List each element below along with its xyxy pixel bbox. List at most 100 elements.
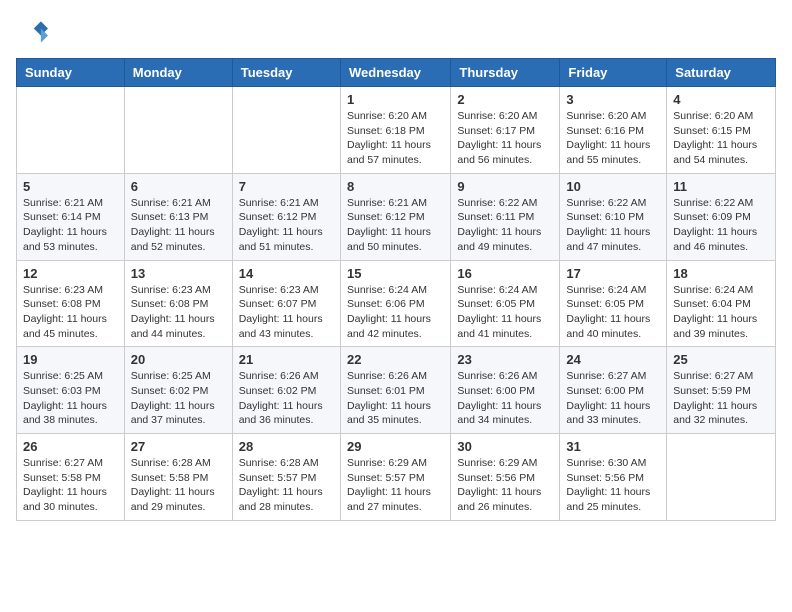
day-info: Sunrise: 6:24 AM Sunset: 6:04 PM Dayligh… — [673, 283, 769, 342]
day-info: Sunrise: 6:20 AM Sunset: 6:17 PM Dayligh… — [457, 109, 553, 168]
weekday-header-tuesday: Tuesday — [232, 59, 340, 87]
calendar-cell: 21Sunrise: 6:26 AM Sunset: 6:02 PM Dayli… — [232, 347, 340, 434]
day-number: 18 — [673, 266, 769, 281]
day-info: Sunrise: 6:21 AM Sunset: 6:12 PM Dayligh… — [347, 196, 444, 255]
calendar-cell: 9 Sunrise: 6:22 AM Sunset: 6:11 PM Daylig… — [451, 173, 560, 260]
day-number: 27 — [131, 439, 226, 454]
day-info: Sunrise: 6:20 AM Sunset: 6:16 PM Dayligh… — [566, 109, 660, 168]
day-number: 25 — [673, 352, 769, 367]
day-number: 14 — [239, 266, 334, 281]
calendar-cell — [667, 434, 776, 521]
calendar-table: SundayMondayTuesdayWednesdayThursdayFrid… — [16, 58, 776, 521]
day-number: 31 — [566, 439, 660, 454]
day-info: Sunrise: 6:22 AM Sunset: 6:11 PM Dayligh… — [457, 196, 553, 255]
weekday-header-row: SundayMondayTuesdayWednesdayThursdayFrid… — [17, 59, 776, 87]
calendar-week-row: 12 Sunrise: 6:23 AM Sunset: 6:08 PM Dayli… — [17, 260, 776, 347]
day-number: 16 — [457, 266, 553, 281]
day-number: 4 — [673, 92, 769, 107]
day-info: Sunrise: 6:23 AM Sunset: 6:08 PM Dayligh… — [131, 283, 226, 342]
calendar-cell: 29Sunrise: 6:29 AM Sunset: 5:57 PM Dayli… — [340, 434, 450, 521]
logo — [16, 16, 52, 48]
day-info: Sunrise: 6:28 AM Sunset: 5:58 PM Dayligh… — [131, 456, 226, 515]
calendar-cell — [232, 87, 340, 174]
day-number: 6 — [131, 179, 226, 194]
page-header — [16, 16, 776, 48]
weekday-header-thursday: Thursday — [451, 59, 560, 87]
day-number: 28 — [239, 439, 334, 454]
day-number: 30 — [457, 439, 553, 454]
calendar-cell: 11Sunrise: 6:22 AM Sunset: 6:09 PM Dayli… — [667, 173, 776, 260]
day-info: Sunrise: 6:29 AM Sunset: 5:56 PM Dayligh… — [457, 456, 553, 515]
day-number: 19 — [23, 352, 118, 367]
calendar-cell: 23 Sunrise: 6:26 AM Sunset: 6:00 PM Dayli… — [451, 347, 560, 434]
day-info: Sunrise: 6:21 AM Sunset: 6:13 PM Dayligh… — [131, 196, 226, 255]
day-number: 26 — [23, 439, 118, 454]
calendar-cell: 20 Sunrise: 6:25 AM Sunset: 6:02 PM Dayli… — [124, 347, 232, 434]
calendar-cell: 19 Sunrise: 6:25 AM Sunset: 6:03 PM Dayli… — [17, 347, 125, 434]
day-info: Sunrise: 6:23 AM Sunset: 6:08 PM Dayligh… — [23, 283, 118, 342]
day-info: Sunrise: 6:26 AM Sunset: 6:00 PM Dayligh… — [457, 369, 553, 428]
weekday-header-monday: Monday — [124, 59, 232, 87]
calendar-cell — [17, 87, 125, 174]
calendar-cell: 24 Sunrise: 6:27 AM Sunset: 6:00 PM Dayli… — [560, 347, 667, 434]
calendar-cell: 8Sunrise: 6:21 AM Sunset: 6:12 PM Daylig… — [340, 173, 450, 260]
day-info: Sunrise: 6:25 AM Sunset: 6:03 PM Dayligh… — [23, 369, 118, 428]
calendar-week-row: 1 Sunrise: 6:20 AM Sunset: 6:18 PM Daylig… — [17, 87, 776, 174]
calendar-cell: 4Sunrise: 6:20 AM Sunset: 6:15 PM Daylig… — [667, 87, 776, 174]
calendar-cell: 26 Sunrise: 6:27 AM Sunset: 5:58 PM Dayli… — [17, 434, 125, 521]
calendar-week-row: 26 Sunrise: 6:27 AM Sunset: 5:58 PM Dayli… — [17, 434, 776, 521]
day-number: 13 — [131, 266, 226, 281]
calendar-week-row: 19 Sunrise: 6:25 AM Sunset: 6:03 PM Dayli… — [17, 347, 776, 434]
day-number: 12 — [23, 266, 118, 281]
calendar-cell: 14 Sunrise: 6:23 AM Sunset: 6:07 PM Dayli… — [232, 260, 340, 347]
calendar-cell: 31 Sunrise: 6:30 AM Sunset: 5:56 PM Dayli… — [560, 434, 667, 521]
calendar-cell: 18 Sunrise: 6:24 AM Sunset: 6:04 PM Dayli… — [667, 260, 776, 347]
calendar-cell: 22 Sunrise: 6:26 AM Sunset: 6:01 PM Dayli… — [340, 347, 450, 434]
day-number: 9 — [457, 179, 553, 194]
weekday-header-wednesday: Wednesday — [340, 59, 450, 87]
day-info: Sunrise: 6:30 AM Sunset: 5:56 PM Dayligh… — [566, 456, 660, 515]
day-info: Sunrise: 6:26 AM Sunset: 6:02 PM Dayligh… — [239, 369, 334, 428]
day-info: Sunrise: 6:27 AM Sunset: 5:59 PM Dayligh… — [673, 369, 769, 428]
calendar-cell: 10 Sunrise: 6:22 AM Sunset: 6:10 PM Dayli… — [560, 173, 667, 260]
calendar-cell: 13 Sunrise: 6:23 AM Sunset: 6:08 PM Dayli… — [124, 260, 232, 347]
day-number: 24 — [566, 352, 660, 367]
calendar-cell: 27 Sunrise: 6:28 AM Sunset: 5:58 PM Dayli… — [124, 434, 232, 521]
calendar-cell: 12 Sunrise: 6:23 AM Sunset: 6:08 PM Dayli… — [17, 260, 125, 347]
day-info: Sunrise: 6:29 AM Sunset: 5:57 PM Dayligh… — [347, 456, 444, 515]
calendar-cell: 1 Sunrise: 6:20 AM Sunset: 6:18 PM Daylig… — [340, 87, 450, 174]
weekday-header-sunday: Sunday — [17, 59, 125, 87]
day-info: Sunrise: 6:27 AM Sunset: 6:00 PM Dayligh… — [566, 369, 660, 428]
day-number: 2 — [457, 92, 553, 107]
day-info: Sunrise: 6:27 AM Sunset: 5:58 PM Dayligh… — [23, 456, 118, 515]
day-info: Sunrise: 6:21 AM Sunset: 6:12 PM Dayligh… — [239, 196, 334, 255]
calendar-cell: 5Sunrise: 6:21 AM Sunset: 6:14 PM Daylig… — [17, 173, 125, 260]
day-info: Sunrise: 6:23 AM Sunset: 6:07 PM Dayligh… — [239, 283, 334, 342]
day-info: Sunrise: 6:24 AM Sunset: 6:06 PM Dayligh… — [347, 283, 444, 342]
day-info: Sunrise: 6:24 AM Sunset: 6:05 PM Dayligh… — [457, 283, 553, 342]
calendar-week-row: 5Sunrise: 6:21 AM Sunset: 6:14 PM Daylig… — [17, 173, 776, 260]
day-info: Sunrise: 6:26 AM Sunset: 6:01 PM Dayligh… — [347, 369, 444, 428]
day-info: Sunrise: 6:25 AM Sunset: 6:02 PM Dayligh… — [131, 369, 226, 428]
day-number: 23 — [457, 352, 553, 367]
calendar-cell: 7 Sunrise: 6:21 AM Sunset: 6:12 PM Daylig… — [232, 173, 340, 260]
day-info: Sunrise: 6:22 AM Sunset: 6:10 PM Dayligh… — [566, 196, 660, 255]
day-number: 20 — [131, 352, 226, 367]
calendar-cell: 30 Sunrise: 6:29 AM Sunset: 5:56 PM Dayli… — [451, 434, 560, 521]
day-number: 7 — [239, 179, 334, 194]
calendar-cell: 25 Sunrise: 6:27 AM Sunset: 5:59 PM Dayli… — [667, 347, 776, 434]
day-number: 17 — [566, 266, 660, 281]
day-info: Sunrise: 6:21 AM Sunset: 6:14 PM Dayligh… — [23, 196, 118, 255]
calendar-cell — [124, 87, 232, 174]
day-info: Sunrise: 6:20 AM Sunset: 6:18 PM Dayligh… — [347, 109, 444, 168]
weekday-header-friday: Friday — [560, 59, 667, 87]
day-number: 11 — [673, 179, 769, 194]
day-info: Sunrise: 6:28 AM Sunset: 5:57 PM Dayligh… — [239, 456, 334, 515]
calendar-cell: 28 Sunrise: 6:28 AM Sunset: 5:57 PM Dayli… — [232, 434, 340, 521]
day-number: 10 — [566, 179, 660, 194]
calendar-cell: 3Sunrise: 6:20 AM Sunset: 6:16 PM Daylig… — [560, 87, 667, 174]
day-number: 15 — [347, 266, 444, 281]
day-number: 1 — [347, 92, 444, 107]
logo-icon — [16, 16, 48, 48]
day-number: 22 — [347, 352, 444, 367]
